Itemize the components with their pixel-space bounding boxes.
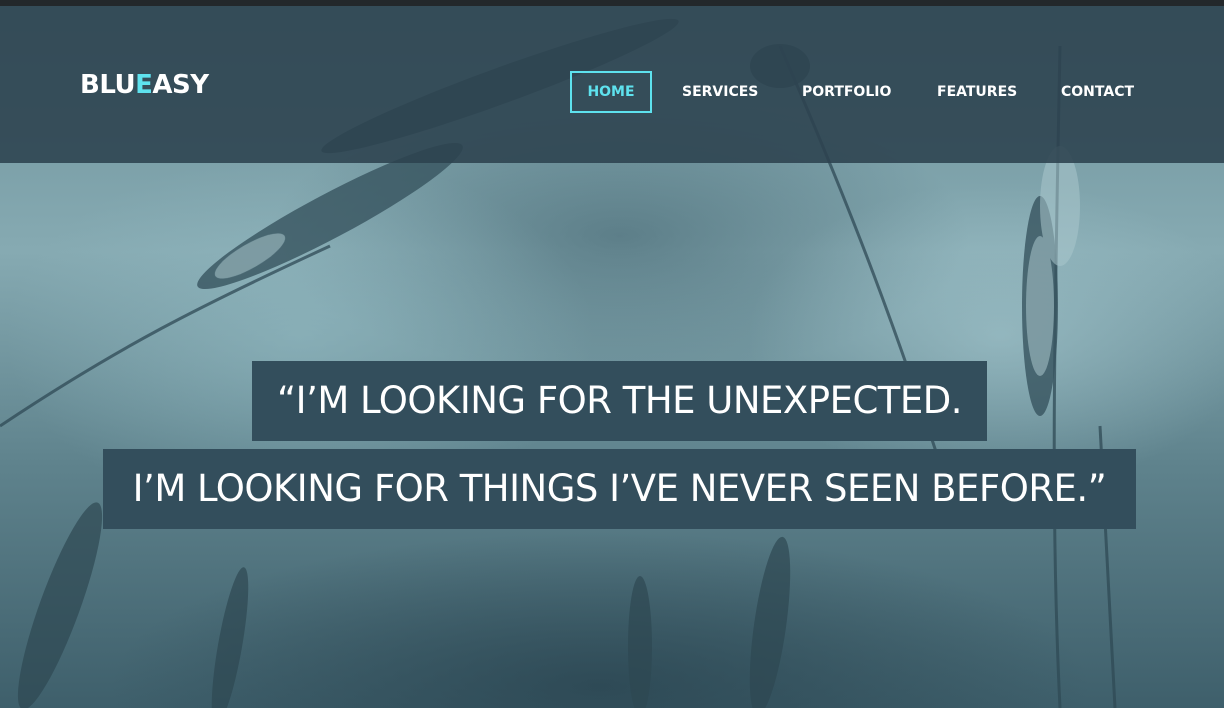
nav-portfolio[interactable]: PORTFOLIO xyxy=(802,71,891,113)
brand-name-part1: BLU xyxy=(80,70,136,100)
hero-quote-line-1: “I’M LOOKING FOR THE UNEXPECTED. xyxy=(252,361,987,441)
brand-logo[interactable]: BLUEASY xyxy=(80,70,209,100)
nav-home[interactable]: HOME xyxy=(570,71,652,113)
top-navbar: BLUEASY HOME SERVICES PORTFOLIO FEATURES… xyxy=(0,6,1224,163)
nav-features[interactable]: FEATURES xyxy=(937,71,1017,113)
brand-name-part2: ASY xyxy=(152,70,209,100)
brand-name-accent: E xyxy=(135,70,153,100)
nav-services[interactable]: SERVICES xyxy=(682,71,758,113)
nav-contact[interactable]: CONTACT xyxy=(1061,71,1134,113)
hero-quote-line-2: I’M LOOKING FOR THINGS I’VE NEVER SEEN B… xyxy=(103,449,1136,529)
